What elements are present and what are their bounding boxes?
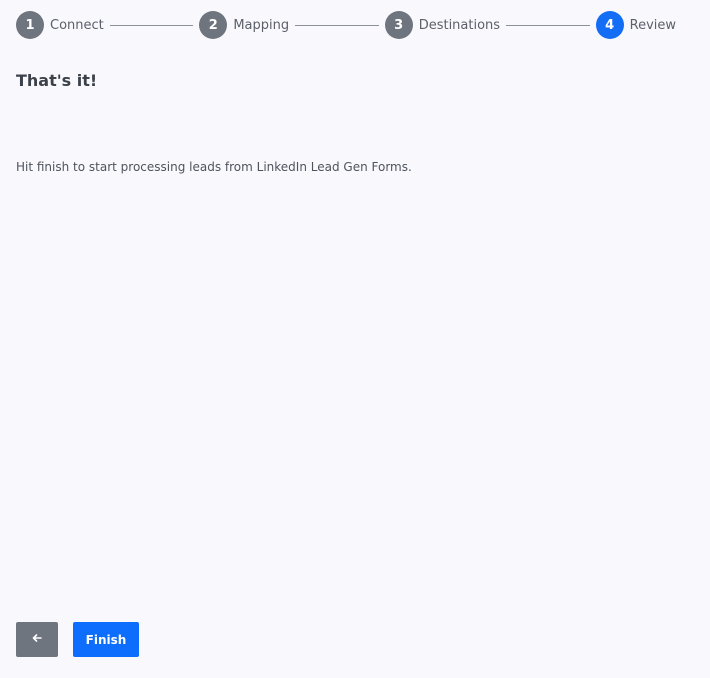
progress-stepper: 1 Connect 2 Mapping 3 Destinations 4 Rev… xyxy=(16,11,676,39)
step-label: Mapping xyxy=(233,17,290,33)
arrow-left-icon xyxy=(31,632,43,647)
step-connect[interactable]: 1 Connect xyxy=(16,11,104,39)
step-connector xyxy=(109,24,194,26)
step-number: 3 xyxy=(384,11,413,39)
back-button[interactable] xyxy=(16,622,58,657)
step-number: 1 xyxy=(16,11,44,39)
step-label: Destinations xyxy=(418,17,501,33)
page-title: That's it! xyxy=(16,71,98,90)
finish-button[interactable]: Finish xyxy=(73,622,139,657)
step-mapping[interactable]: 2 Mapping xyxy=(199,11,289,39)
review-description: Hit finish to start processing leads fro… xyxy=(16,160,412,174)
step-label: Connect xyxy=(50,17,104,33)
step-review[interactable]: 4 Review xyxy=(595,11,677,39)
step-label: Review xyxy=(629,17,677,33)
step-number: 4 xyxy=(595,11,624,39)
step-connector xyxy=(295,24,379,26)
step-connector xyxy=(506,24,590,26)
step-number: 2 xyxy=(199,11,228,39)
step-destinations[interactable]: 3 Destinations xyxy=(384,11,501,39)
